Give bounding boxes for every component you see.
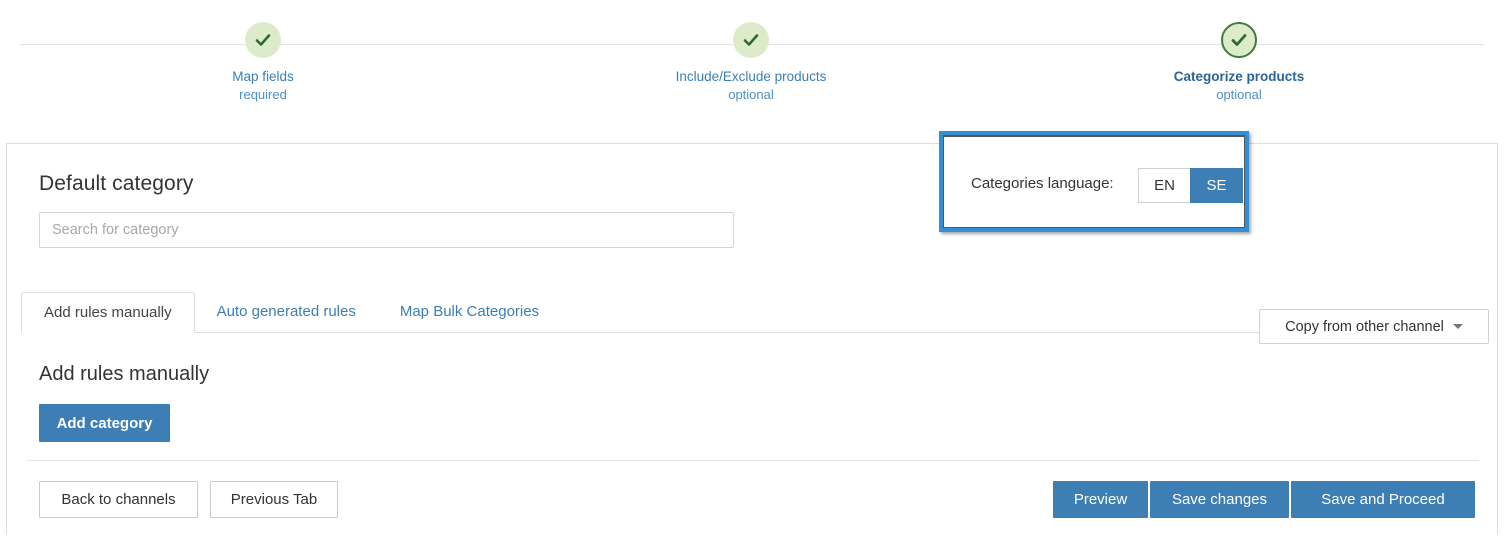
language-option-se[interactable]: SE xyxy=(1190,168,1243,203)
stepper-step-map-fields[interactable]: Map fields required xyxy=(133,22,393,103)
copy-from-other-channel-label: Copy from other channel xyxy=(1285,318,1444,335)
search-input[interactable] xyxy=(39,212,734,248)
back-to-channels-button[interactable]: Back to channels xyxy=(39,481,198,518)
tab-label: Auto generated rules xyxy=(216,303,356,320)
previous-tab-label: Previous Tab xyxy=(230,491,318,508)
copy-from-other-channel-dropdown[interactable]: Copy from other channel xyxy=(1259,309,1489,344)
tab-label: Add rules manually xyxy=(44,304,172,321)
categories-language-highlight: Categories language: EN SE xyxy=(939,131,1249,232)
check-icon xyxy=(733,22,769,58)
add-category-button[interactable]: Add category xyxy=(39,404,170,442)
language-option-se-label: SE xyxy=(1206,177,1227,194)
categorize-products-panel: Default category Copy from other channel… xyxy=(6,143,1498,535)
tab-add-rules-manually[interactable]: Add rules manually xyxy=(21,292,195,333)
stepper-step-label: Map fields xyxy=(232,69,294,84)
preview-label: Preview xyxy=(1073,491,1128,508)
back-to-channels-label: Back to channels xyxy=(61,491,176,508)
progress-stepper: Map fields required Include/Exclude prod… xyxy=(0,0,1507,122)
preview-button[interactable]: Preview xyxy=(1053,481,1148,518)
categories-language-label: Categories language: xyxy=(971,175,1114,192)
tab-map-bulk-categories[interactable]: Map Bulk Categories xyxy=(378,291,561,332)
categories-language-toggle: EN SE xyxy=(1138,168,1243,203)
chevron-down-icon xyxy=(1452,324,1463,329)
footer-divider xyxy=(27,460,1479,461)
stepper-step-include-exclude[interactable]: Include/Exclude products optional xyxy=(621,22,881,103)
tab-auto-generated-rules[interactable]: Auto generated rules xyxy=(195,291,378,332)
check-icon xyxy=(245,22,281,58)
save-and-proceed-button[interactable]: Save and Proceed xyxy=(1291,481,1475,518)
section-heading-add-rules-manually: Add rules manually xyxy=(39,363,210,385)
language-option-en-label: EN xyxy=(1154,177,1175,194)
stepper-step-label: Include/Exclude products xyxy=(675,69,827,84)
save-changes-button[interactable]: Save changes xyxy=(1150,481,1289,518)
save-and-proceed-label: Save and Proceed xyxy=(1321,491,1445,508)
stepper-step-label: Categorize products xyxy=(1173,69,1305,84)
language-option-en[interactable]: EN xyxy=(1138,168,1191,203)
stepper-step-categorize[interactable]: Categorize products optional xyxy=(1109,22,1369,103)
save-changes-label: Save changes xyxy=(1171,491,1268,508)
page-title: Default category xyxy=(39,172,194,195)
previous-tab-button[interactable]: Previous Tab xyxy=(210,481,338,518)
tab-label: Map Bulk Categories xyxy=(399,303,540,320)
stepper-step-sublabel: required xyxy=(239,87,287,102)
stepper-step-sublabel: optional xyxy=(728,87,774,102)
check-icon xyxy=(1221,22,1257,58)
stepper-step-sublabel: optional xyxy=(1216,87,1262,102)
